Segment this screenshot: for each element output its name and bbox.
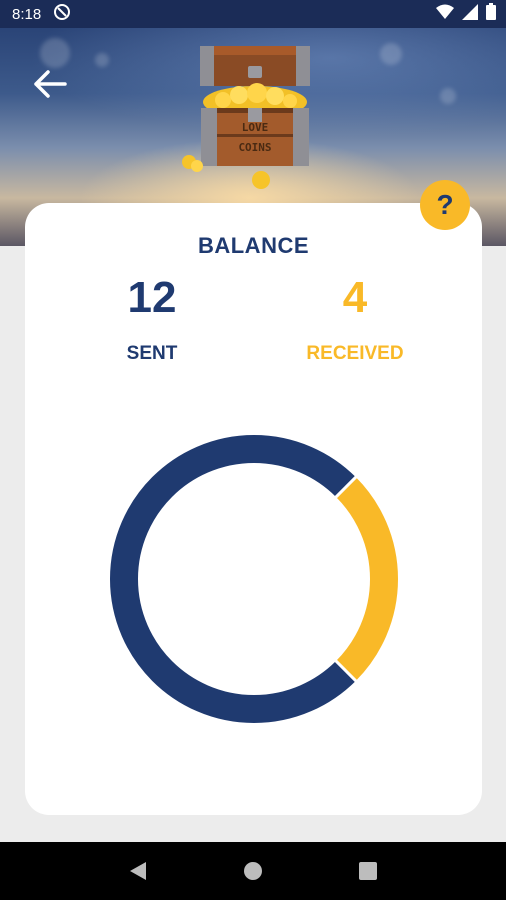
do-not-disturb-icon	[53, 3, 71, 25]
donut-slice-received	[335, 477, 398, 681]
balance-donut-chart	[110, 435, 398, 723]
received-label: RECEIVED	[306, 343, 404, 364]
treasure-chest-image: LOVE COINS	[182, 46, 310, 189]
nav-recents-button[interactable]	[348, 851, 388, 891]
sent-stat: 12 SENT	[72, 273, 232, 365]
received-value: 4	[342, 273, 368, 322]
battery-icon	[486, 3, 496, 25]
back-triangle-icon	[129, 862, 146, 880]
balance-title: BALANCE	[197, 233, 310, 258]
cell-signal-icon	[462, 3, 478, 25]
navigation-bar	[0, 842, 506, 900]
recents-square-icon	[359, 862, 378, 880]
status-time: 8:18	[12, 5, 42, 23]
balance-card: BALANCE 12 SENT 4 RECEIVED	[25, 203, 482, 815]
status-bar: 8:18	[0, 0, 506, 28]
arrow-back-icon	[34, 70, 67, 98]
home-circle-icon	[243, 862, 262, 880]
back-button[interactable]	[28, 62, 72, 106]
received-stat: 4 RECEIVED	[275, 273, 435, 365]
nav-home-button[interactable]	[233, 851, 273, 891]
donut-slice-sent	[110, 435, 356, 723]
wifi-icon	[436, 4, 454, 25]
chest-label-coins: COINS	[238, 141, 271, 154]
chest-label-love: LOVE	[242, 121, 269, 134]
sent-label: SENT	[126, 343, 178, 364]
sent-value: 12	[127, 273, 177, 322]
nav-back-button[interactable]	[118, 851, 158, 891]
help-button[interactable]: ?	[420, 180, 470, 230]
